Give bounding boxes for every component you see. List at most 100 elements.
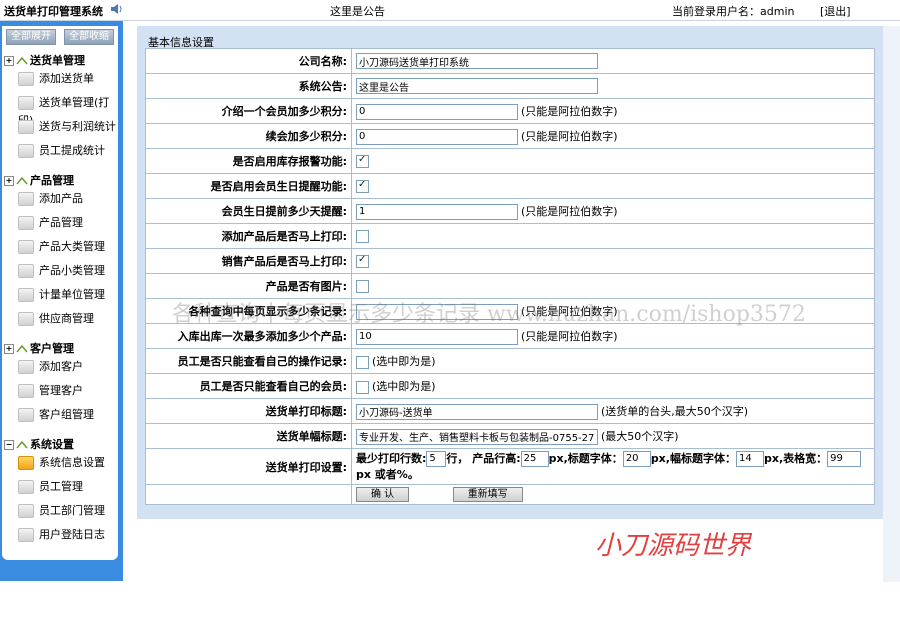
table-width-label: px,表格宽：: [763, 451, 828, 465]
sidebar-item-customer-group[interactable]: 客户组管理: [18, 406, 94, 424]
form-row: 员工是否只能查看自己的会员: (选中即为是): [145, 373, 875, 399]
page-icon: [18, 192, 34, 206]
sidebar-item-add-delivery[interactable]: 添加送货单: [18, 70, 94, 88]
sidebar-item-staff-manage[interactable]: 员工管理: [18, 478, 83, 496]
print-after-add-checkbox[interactable]: [356, 229, 369, 243]
folder-icon: [18, 456, 34, 470]
sidebar-item-profit-stats[interactable]: 送货与利润统计: [18, 118, 116, 136]
page-icon: [18, 120, 34, 134]
expand-toggle-icon[interactable]: +: [4, 176, 14, 186]
birthday-days-input[interactable]: [356, 203, 518, 220]
top-bar: 送货单打印管理系统 这里是公告 当前登录用户名：admin [退出]: [0, 0, 900, 21]
birthday-remind-checkbox[interactable]: [356, 179, 369, 193]
form-row: 公司名称:: [145, 48, 875, 74]
form-row: 产品是否有图片:: [145, 273, 875, 299]
watermark-text: 各种查询中每页显示多少条记录 www.huzhan.com/ishop3572: [172, 302, 806, 327]
app-title: 送货单打印管理系统: [4, 5, 103, 18]
min-rows-label: 最少打印行数:: [356, 451, 427, 465]
form-row: 销售产品后是否马上打印:: [145, 248, 875, 274]
sidebar-item-product-subcategory[interactable]: 产品小类管理: [18, 262, 105, 280]
sidebar-item-add-customer[interactable]: 添加客户: [18, 358, 83, 376]
subtitle-font-input[interactable]: [735, 450, 764, 467]
field-label: 销售产品后是否马上打印:: [145, 248, 352, 274]
print-after-sale-checkbox[interactable]: [356, 254, 369, 268]
stock-alarm-checkbox[interactable]: [356, 154, 369, 168]
sidebar-item-product-category[interactable]: 产品大类管理: [18, 238, 105, 256]
table-width-input[interactable]: [827, 450, 862, 467]
company-name-input[interactable]: [356, 53, 598, 69]
sidebar-item-supplier-manage[interactable]: 供应商管理: [18, 310, 94, 328]
sidebar-menu: 全部展开 全部收缩 +送货单管理 添加送货单 送货单管理(打印) 送货与利润统计…: [2, 26, 118, 560]
width-unit-label: px 或者%。: [356, 467, 419, 481]
form-row: 送货单打印设置: 最少打印行数: 行， 产品行高: px,标题字体： px,幅标题字体…: [145, 448, 875, 485]
sidebar-group-customer[interactable]: + 客户管理: [4, 340, 74, 356]
page-icon: [18, 528, 34, 542]
page-icon: [18, 264, 34, 278]
stock-batch-input[interactable]: [356, 328, 518, 345]
form-row: 是否启用会员生日提醒功能:: [145, 173, 875, 199]
sidebar-group-delivery[interactable]: + 送货单管理: [4, 52, 85, 68]
collapse-all-button[interactable]: 全部收缩: [64, 29, 114, 45]
subtitle-font-label: px,幅标题字体：: [650, 451, 736, 465]
field-label: 是否启用会员生日提醒功能:: [145, 173, 352, 199]
page-icon: [18, 384, 34, 398]
page-icon: [18, 72, 34, 86]
settings-panel: 基本信息设置 公司名称: 系统公告: 介绍一个会员加多少积分: (只能是阿拉伯数…: [137, 26, 883, 519]
page-icon: [18, 408, 34, 422]
sidebar-group-product[interactable]: + 产品管理: [4, 172, 74, 188]
form-row: 送货单幅标题: (最大50个汉字): [145, 423, 875, 449]
form-row: 系统公告:: [145, 73, 875, 99]
field-hint: (最大50个汉字): [601, 429, 679, 443]
confirm-button[interactable]: 确 认: [356, 487, 410, 502]
sidebar-item-customer-manage[interactable]: 管理客户: [18, 382, 83, 400]
print-title-input[interactable]: [356, 403, 598, 420]
register-points-input[interactable]: [356, 103, 518, 120]
collapse-toggle-icon[interactable]: −: [4, 440, 14, 450]
expand-toggle-icon[interactable]: +: [4, 344, 14, 354]
sidebar-item-department-manage[interactable]: 员工部门管理: [18, 502, 105, 520]
sidebar-item-commission[interactable]: 员工提成统计: [18, 142, 105, 160]
field-label: 送货单幅标题:: [145, 423, 352, 449]
sidebar-group-settings[interactable]: − 系统设置: [4, 436, 74, 452]
sidebar-item-add-product[interactable]: 添加产品: [18, 190, 83, 208]
page-icon: [18, 312, 34, 326]
expand-all-button[interactable]: 全部展开: [6, 29, 56, 45]
tree-icon: [16, 344, 28, 353]
sidebar-item-delivery-manage[interactable]: 送货单管理(打印): [18, 94, 118, 127]
field-label: 送货单打印标题:: [145, 398, 352, 424]
field-label: 员工是否只能查看自己的会员:: [145, 373, 352, 399]
system-notice-input[interactable]: [356, 78, 598, 94]
field-hint: (只能是阿拉伯数字): [521, 129, 618, 143]
field-label: 产品是否有图片:: [145, 273, 352, 299]
renew-points-input[interactable]: [356, 128, 518, 145]
print-subtitle-input[interactable]: [356, 428, 598, 445]
reset-button[interactable]: 重新填写: [452, 487, 523, 502]
right-scroll-area: [883, 26, 900, 582]
field-label: 系统公告:: [145, 73, 352, 99]
has-image-checkbox[interactable]: [356, 279, 369, 293]
field-label: 公司名称:: [145, 48, 352, 74]
field-label: 介绍一个会员加多少积分:: [145, 98, 352, 124]
title-font-label: px,标题字体：: [548, 451, 623, 465]
sidebar-item-product-manage[interactable]: 产品管理: [18, 214, 83, 232]
own-members-checkbox[interactable]: [356, 380, 369, 394]
field-label: 员工是否只能查看自己的操作记录:: [145, 348, 352, 374]
sidebar-item-unit-manage[interactable]: 计量单位管理: [18, 286, 105, 304]
speaker-icon[interactable]: [110, 3, 124, 15]
sidebar-item-system-info[interactable]: 系统信息设置: [18, 454, 105, 472]
row-height-label: 产品行高:: [472, 451, 521, 465]
title-font-input[interactable]: [622, 450, 651, 467]
min-rows-input[interactable]: [426, 450, 447, 467]
form-row: 续会加多少积分: (只能是阿拉伯数字): [145, 123, 875, 149]
page-icon: [18, 480, 34, 494]
form-row: 是否启用库存报警功能:: [145, 148, 875, 174]
logout-link[interactable]: [退出]: [820, 3, 851, 19]
field-label: 是否启用库存报警功能:: [145, 148, 352, 174]
sidebar-item-login-log[interactable]: 用户登陆日志: [18, 526, 105, 544]
row-height-input[interactable]: [520, 450, 549, 467]
own-records-checkbox[interactable]: [356, 355, 369, 369]
expand-toggle-icon[interactable]: +: [4, 56, 14, 66]
page-icon: [18, 504, 34, 518]
field-label: 送货单打印设置:: [145, 448, 352, 485]
field-label: 会员生日提前多少天提醒:: [145, 198, 352, 224]
